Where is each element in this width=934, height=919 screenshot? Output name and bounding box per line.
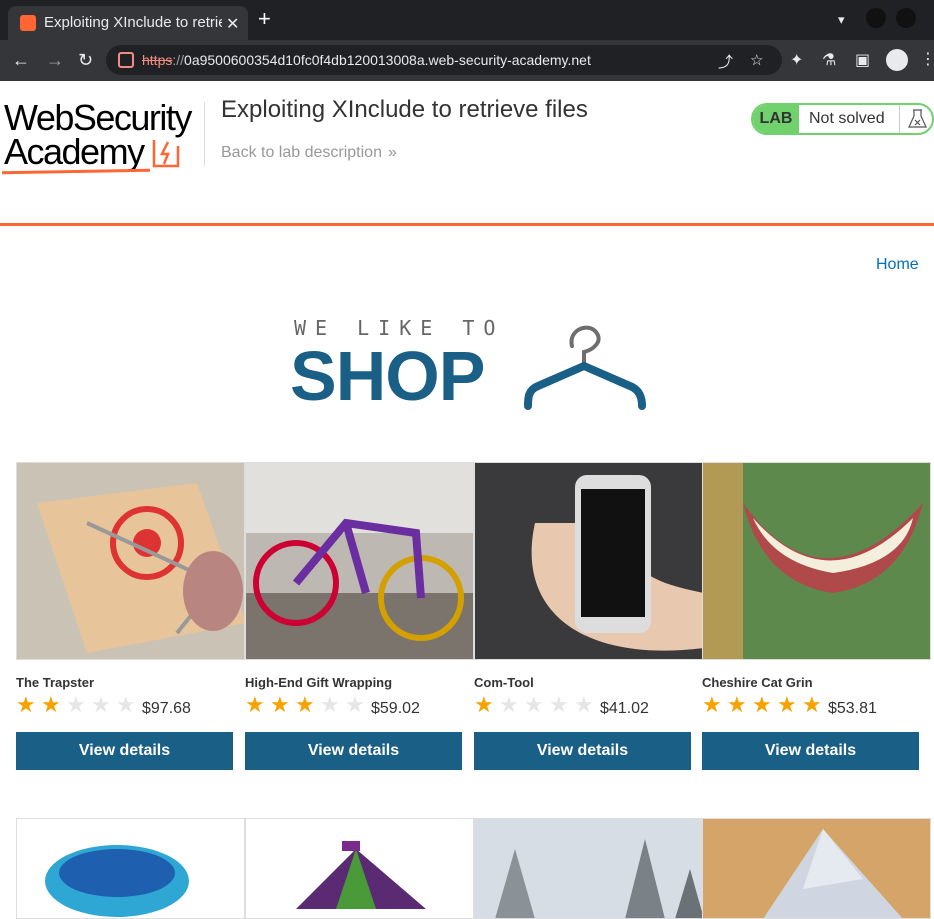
product-card: Com-Tool ★ ★ ★ ★ ★ $41.02 View details bbox=[474, 462, 703, 772]
extensions-icon[interactable]: ✦ bbox=[790, 50, 803, 70]
product-image-cat-grin bbox=[702, 462, 931, 660]
star-filled-icon: ★ bbox=[270, 692, 290, 717]
home-link[interactable]: Home bbox=[876, 256, 919, 274]
product-image-knitted-bicycle bbox=[245, 462, 474, 660]
share-icon[interactable]: ⤴ bbox=[718, 51, 733, 72]
star-filled-icon: ★ bbox=[727, 692, 747, 717]
product-card bbox=[702, 818, 931, 919]
forward-icon[interactable]: → bbox=[46, 50, 64, 70]
product-card: The Trapster ★ ★ ★ ★ ★ $97.68 View details bbox=[16, 462, 245, 772]
star-empty-icon: ★ bbox=[499, 692, 519, 717]
star-filled-icon: ★ bbox=[702, 692, 722, 717]
product-image-circus-tent bbox=[245, 818, 474, 919]
menu-icon[interactable]: ⋮ bbox=[920, 49, 934, 69]
lab-status-widget: LAB Not solved bbox=[751, 103, 934, 135]
star-filled-icon: ★ bbox=[295, 692, 315, 717]
lab-favicon-icon bbox=[20, 15, 36, 31]
flask-icon bbox=[899, 105, 932, 133]
lab-badge: LAB bbox=[753, 105, 799, 133]
browser-toolbar: ← → ↻ https://0a9500600354d10fc0f4db1200… bbox=[0, 40, 934, 81]
star-icon[interactable]: ☆ bbox=[750, 51, 763, 69]
star-filled-icon: ★ bbox=[16, 692, 36, 717]
star-filled-icon: ★ bbox=[752, 692, 772, 717]
back-to-lab-description-link[interactable]: Back to lab description» bbox=[221, 144, 397, 162]
address-bar[interactable]: https://0a9500600354d10fc0f4db120013008a… bbox=[106, 45, 782, 75]
back-icon[interactable]: ← bbox=[12, 50, 30, 70]
product-image-phone-in-hand bbox=[474, 462, 703, 660]
product-card bbox=[16, 818, 245, 919]
product-name: The Trapster bbox=[16, 675, 95, 690]
star-empty-icon: ★ bbox=[345, 692, 365, 717]
star-empty-icon: ★ bbox=[524, 692, 544, 717]
header-divider bbox=[204, 102, 205, 166]
product-name: Com-Tool bbox=[474, 675, 534, 690]
banner-title: SHOP bbox=[290, 337, 485, 415]
lab-status-text: Not solved bbox=[809, 110, 885, 127]
star-filled-icon: ★ bbox=[777, 692, 797, 717]
profile-icon[interactable] bbox=[886, 49, 908, 71]
star-filled-icon: ★ bbox=[245, 692, 265, 717]
star-filled-icon: ★ bbox=[474, 692, 494, 717]
product-card: Cheshire Cat Grin ★ ★ ★ ★ ★ $53.81 View details bbox=[702, 462, 931, 772]
product-price: $41.02 bbox=[600, 700, 649, 717]
view-details-button[interactable]: View details bbox=[702, 732, 919, 770]
sidepanel-icon[interactable]: ▣ bbox=[855, 50, 870, 70]
product-price: $97.68 bbox=[142, 700, 191, 717]
web-security-academy-logo[interactable]: WebSecurity Academy bbox=[1, 96, 202, 176]
star-empty-icon: ★ bbox=[549, 692, 569, 717]
tab-search-icon[interactable]: ▾ bbox=[838, 12, 845, 28]
product-name: Cheshire Cat Grin bbox=[702, 675, 813, 690]
new-tab-button[interactable]: + bbox=[258, 8, 271, 30]
not-secure-icon[interactable] bbox=[118, 52, 134, 68]
window-minimize-button[interactable] bbox=[866, 8, 886, 28]
view-details-button[interactable]: View details bbox=[16, 732, 233, 770]
star-empty-icon: ★ bbox=[574, 692, 594, 717]
product-name: High-End Gift Wrapping bbox=[245, 675, 393, 690]
labs-icon[interactable]: ⚗ bbox=[822, 50, 836, 70]
product-card bbox=[474, 818, 703, 919]
star-filled-icon: ★ bbox=[41, 692, 61, 717]
view-details-button[interactable]: View details bbox=[474, 732, 691, 770]
double-chevron-right-icon: » bbox=[387, 144, 397, 161]
window-maximize-button[interactable] bbox=[896, 8, 916, 28]
star-empty-icon: ★ bbox=[66, 692, 86, 717]
browser-tab-active[interactable]: Exploiting XInclude to retrieve files ✕ bbox=[8, 6, 248, 40]
product-card: High-End Gift Wrapping ★ ★ ★ ★ ★ $59.02 View de… bbox=[245, 462, 474, 772]
view-details-button[interactable]: View details bbox=[245, 732, 462, 770]
tab-close-icon[interactable]: ✕ bbox=[226, 14, 239, 34]
product-image-paper-swan bbox=[702, 818, 931, 919]
url-text[interactable]: https://0a9500600354d10fc0f4db120013008a… bbox=[142, 52, 591, 68]
star-empty-icon: ★ bbox=[91, 692, 111, 717]
header-rule bbox=[0, 223, 934, 226]
product-price: $59.02 bbox=[371, 700, 420, 717]
shop-banner: WE LIKE TO SHOP bbox=[290, 312, 650, 412]
star-filled-icon: ★ bbox=[802, 692, 822, 717]
logo-bolt-icon bbox=[152, 140, 180, 168]
logo-line2: Academy bbox=[4, 131, 145, 172]
browser-tabstrip: Exploiting XInclude to retrieve files ✕ … bbox=[0, 0, 934, 40]
product-image-paddling-pool bbox=[16, 818, 245, 919]
star-empty-icon: ★ bbox=[320, 692, 340, 717]
hanger-icon bbox=[524, 325, 646, 410]
product-price: $53.81 bbox=[828, 700, 877, 717]
product-image-snowy-trees bbox=[474, 818, 703, 919]
product-card bbox=[245, 818, 474, 919]
product-image-mousetrap bbox=[16, 462, 245, 660]
tab-title: Exploiting XInclude to retrieve files bbox=[44, 14, 222, 31]
lab-title: Exploiting XInclude to retrieve files bbox=[221, 96, 588, 123]
reload-icon[interactable]: ↻ bbox=[78, 50, 93, 70]
star-empty-icon: ★ bbox=[116, 692, 136, 717]
